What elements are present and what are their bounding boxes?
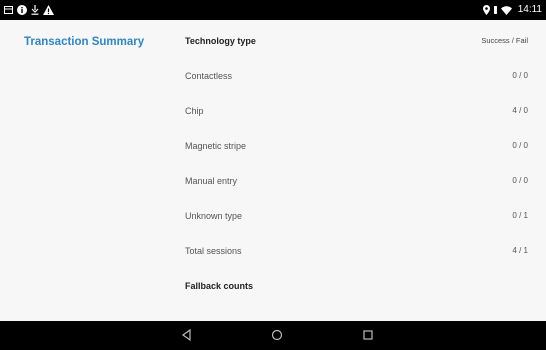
column-header-success-fail: Success / Fail bbox=[481, 36, 528, 45]
main-content: Transaction Summary Technology type Succ… bbox=[0, 20, 546, 321]
back-button[interactable] bbox=[180, 328, 194, 342]
notification-icons bbox=[4, 3, 54, 17]
table-row: Unknown type 0 / 1 bbox=[185, 195, 528, 230]
row-value: 0 / 0 bbox=[512, 176, 528, 185]
warning-icon bbox=[43, 5, 54, 15]
row-value: 4 / 1 bbox=[512, 246, 528, 255]
row-label: Manual entry bbox=[185, 176, 238, 186]
page-title: Transaction Summary bbox=[24, 36, 145, 48]
back-icon bbox=[181, 328, 191, 342]
row-value: 4 / 0 bbox=[512, 106, 528, 115]
navigation-bar bbox=[0, 321, 546, 350]
section-title: Fallback counts bbox=[185, 281, 254, 291]
table-row: Total sessions 4 / 1 bbox=[185, 230, 528, 265]
vibrate-icon bbox=[493, 6, 497, 14]
system-icons: 14:11 bbox=[482, 3, 542, 17]
row-label: Chip bbox=[185, 106, 204, 116]
row-value: 0 / 1 bbox=[512, 211, 528, 220]
message-icon bbox=[4, 6, 13, 14]
table-row: Manual entry 0 / 0 bbox=[185, 160, 528, 195]
info-icon bbox=[17, 5, 27, 15]
home-icon bbox=[271, 329, 283, 341]
home-button[interactable] bbox=[270, 328, 284, 342]
recents-icon bbox=[363, 330, 373, 340]
table-row: Contactless 0 / 0 bbox=[185, 55, 528, 90]
row-value: 0 / 0 bbox=[512, 141, 528, 150]
table-row: Magnetic stripe 0 / 0 bbox=[185, 125, 528, 160]
row-label: Contactless bbox=[185, 71, 233, 81]
row-label: Magnetic stripe bbox=[185, 141, 247, 151]
row-value: 0 / 0 bbox=[512, 71, 528, 80]
wifi-icon bbox=[500, 5, 512, 15]
table-row: Chip 4 / 0 bbox=[185, 90, 528, 125]
column-header-technology: Technology type bbox=[185, 36, 256, 46]
table-header-row: Technology type Success / Fail bbox=[185, 20, 528, 55]
location-icon bbox=[482, 5, 490, 15]
recents-button[interactable] bbox=[361, 328, 375, 342]
row-label: Unknown type bbox=[185, 211, 243, 221]
section-header-fallback: Fallback counts bbox=[185, 265, 528, 300]
download-icon bbox=[31, 5, 39, 15]
status-bar: 14:11 bbox=[0, 0, 546, 20]
technology-table: Technology type Success / Fail Contactle… bbox=[185, 20, 528, 300]
clock: 14:11 bbox=[517, 4, 542, 15]
row-label: Total sessions bbox=[185, 246, 242, 256]
